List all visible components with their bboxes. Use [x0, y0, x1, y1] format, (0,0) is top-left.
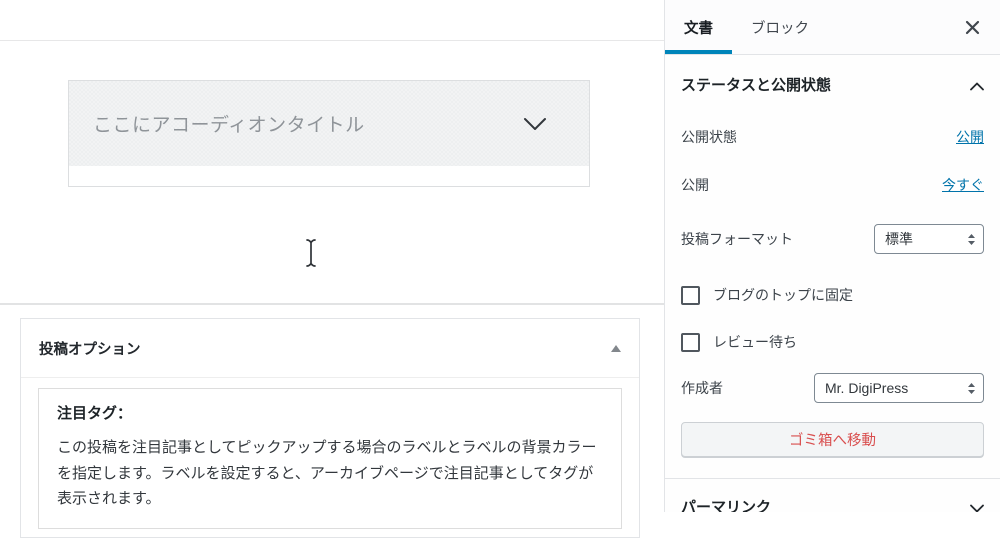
status-panel-collapse-button[interactable]: [970, 82, 984, 91]
post-format-selected-value: 標準: [885, 229, 967, 249]
author-label: 作成者: [681, 378, 723, 398]
content-divider-metabox: [0, 303, 664, 305]
accordion-title-placeholder[interactable]: ここにアコーディオンタイトル: [93, 110, 523, 137]
chevron-up-icon: [970, 82, 984, 91]
close-sidebar-button[interactable]: [954, 0, 990, 55]
stick-to-top-row: ブログのトップに固定: [681, 286, 984, 304]
pending-review-row: レビュー待ち: [681, 333, 984, 351]
sidebar-tabs: 文書 ブロック: [665, 0, 1000, 55]
author-row: 作成者 Mr. DigiPress: [681, 373, 984, 403]
settings-sidebar: 文書 ブロック ステータスと公開状態 公開状態: [664, 0, 1000, 512]
stepper-icon: [967, 382, 976, 395]
post-options-metabox: 投稿オプション 注目タグ： この投稿を注目記事としてピックアップする場合のラベル…: [20, 318, 640, 538]
content-divider-top: [0, 40, 664, 41]
tab-document[interactable]: 文書: [665, 0, 732, 54]
text-ibeam-cursor: [303, 237, 319, 274]
status-panel-body: 公開状態 公開 公開 今すぐ 投稿フォーマット 標準: [665, 127, 1000, 478]
post-format-row: 投稿フォーマット 標準: [681, 224, 984, 254]
publish-date-row: 公開 今すぐ: [681, 175, 984, 195]
editor-canvas: ここにアコーディオンタイトル 投稿オプション 注目タグ： この投稿を注目記事とし…: [0, 0, 664, 512]
stepper-icon: [967, 233, 976, 246]
post-format-select[interactable]: 標準: [874, 224, 984, 254]
status-panel-title: ステータスと公開状態: [681, 77, 831, 95]
publish-label: 公開: [681, 175, 709, 195]
post-format-label: 投稿フォーマット: [681, 229, 793, 249]
featured-tag-description: この投稿を注目記事としてピックアップする場合のラベルとラベルの背景カラーを指定し…: [57, 435, 603, 512]
visibility-label: 公開状態: [681, 127, 737, 147]
permalink-panel-header[interactable]: パーマリンク: [665, 479, 1000, 512]
pending-review-label: レビュー待ち: [713, 332, 797, 352]
move-to-trash-button[interactable]: ゴミ箱へ移動: [681, 422, 984, 457]
tab-block[interactable]: ブロック: [732, 0, 828, 54]
featured-tag-label: 注目タグ：: [57, 402, 603, 423]
author-selected-value: Mr. DigiPress: [825, 380, 967, 396]
stick-to-top-label: ブログのトップに固定: [713, 285, 853, 305]
author-select[interactable]: Mr. DigiPress: [814, 373, 984, 403]
chevron-down-icon: [523, 117, 547, 131]
publish-date-link[interactable]: 今すぐ: [942, 175, 984, 195]
metabox-title: 投稿オプション: [39, 338, 141, 359]
accordion-body[interactable]: [69, 166, 589, 186]
accordion-header[interactable]: ここにアコーディオンタイトル: [69, 81, 589, 166]
status-visibility-panel: ステータスと公開状態 公開状態 公開 公開 今すぐ 投稿フォーマット: [665, 55, 1000, 479]
status-panel-header[interactable]: ステータスと公開状態: [665, 55, 1000, 95]
featured-tag-section: 注目タグ： この投稿を注目記事としてピックアップする場合のラベルとラベルの背景カ…: [38, 388, 622, 529]
permalink-panel: パーマリンク: [665, 479, 1000, 512]
pending-review-checkbox[interactable]: [681, 333, 700, 352]
metabox-header[interactable]: 投稿オプション: [21, 319, 639, 378]
close-icon: [965, 20, 980, 35]
visibility-value-link[interactable]: 公開: [956, 127, 984, 147]
chevron-down-icon: [970, 504, 984, 513]
accordion-block[interactable]: ここにアコーディオンタイトル: [68, 80, 590, 187]
visibility-row: 公開状態 公開: [681, 127, 984, 147]
permalink-panel-expand-button[interactable]: [970, 504, 984, 513]
permalink-panel-title: パーマリンク: [681, 499, 771, 512]
stick-to-top-checkbox[interactable]: [681, 286, 700, 305]
collapse-triangle-icon[interactable]: [611, 345, 621, 352]
